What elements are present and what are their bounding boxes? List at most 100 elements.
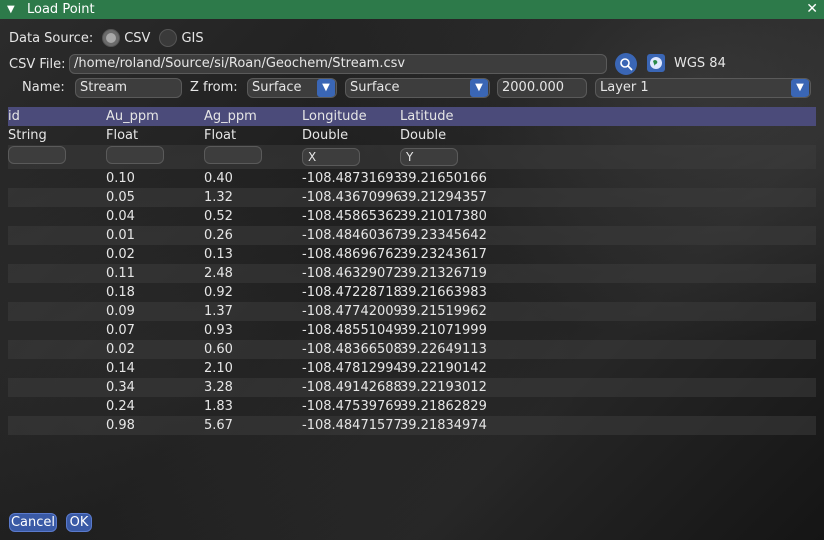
z-from-value: Surface (252, 80, 302, 95)
table-cell: 0.18 (106, 285, 135, 300)
column-type: Double (400, 128, 447, 143)
table-cell: 39.21834974 (400, 418, 487, 433)
table-cell: 1.32 (204, 190, 233, 205)
table-row[interactable]: 0.34 3.28 -108.49142688 39.22193012 (8, 378, 816, 397)
z-surface-select[interactable]: Surface ▼ (345, 78, 490, 98)
table-row[interactable]: 0.24 1.83 -108.47539769 39.21862829 (8, 397, 816, 416)
csv-path-input[interactable]: /home/roland/Source/si/Roan/Geochem/Stre… (69, 54, 607, 74)
collapse-triangle-icon[interactable]: ▼ (7, 4, 17, 15)
csv-file-row: CSV File: (9, 53, 66, 75)
table-cell: -108.46329072 (302, 266, 402, 281)
crs-label: WGS 84 (674, 56, 726, 71)
table-cell: 2.48 (204, 266, 233, 281)
table-cell: 0.02 (106, 247, 135, 262)
table-mapping-row: X Y (8, 145, 816, 169)
table-header-row: id Au_ppm Ag_ppm Longitude Latitude (8, 107, 816, 126)
column-header[interactable]: Latitude (400, 109, 520, 124)
radio-csv[interactable] (102, 29, 121, 47)
table-cell: 0.93 (204, 323, 233, 338)
mapping-input[interactable] (204, 146, 262, 164)
table-row[interactable]: 0.98 5.67 -108.48471577 39.21834974 (8, 416, 816, 435)
chevron-down-icon: ▼ (317, 79, 335, 97)
table-cell: 39.21663983 (400, 285, 487, 300)
table-row[interactable]: 0.09 1.37 -108.47742009 39.21519962 (8, 302, 816, 321)
table-cell: 1.37 (204, 304, 233, 319)
preview-table: id Au_ppm Ag_ppm Longitude Latitude Stri… (8, 107, 816, 435)
table-cell: 5.67 (204, 418, 233, 433)
column-header[interactable]: Longitude (302, 109, 400, 124)
table-cell: 0.10 (106, 171, 135, 186)
table-row[interactable]: 0.14 2.10 -108.47812994 39.22190142 (8, 359, 816, 378)
table-cell: 39.21519962 (400, 304, 487, 319)
table-cell: 39.22190142 (400, 361, 487, 376)
radio-csv-label: CSV (124, 30, 151, 46)
mapping-input[interactable]: X (302, 148, 360, 166)
table-body: 0.10 0.40 -108.48731693 39.21650166 0.05 1.32… (8, 169, 816, 435)
table-row[interactable]: 0.11 2.48 -108.46329072 39.21326719 (8, 264, 816, 283)
table-cell: -108.47228718 (302, 285, 402, 300)
column-header[interactable]: id (8, 109, 106, 124)
column-header[interactable]: Ag_ppm (204, 109, 302, 124)
table-cell: 39.21294357 (400, 190, 487, 205)
table-cell: -108.48471577 (302, 418, 402, 433)
data-source-label: Data Source: (9, 30, 94, 46)
table-cell: 3.28 (204, 380, 233, 395)
table-cell: 2.10 (204, 361, 233, 376)
z-offset-input[interactable]: 2000.000 (497, 78, 587, 98)
ok-button[interactable]: OK (66, 513, 92, 532)
table-cell: 0.07 (106, 323, 135, 338)
table-cell: 0.01 (106, 228, 135, 243)
name-label: Name: (22, 80, 65, 95)
table-cell: 39.21862829 (400, 399, 487, 414)
mapping-input[interactable] (106, 146, 164, 164)
name-input[interactable]: Stream (75, 78, 182, 98)
table-cell: 0.02 (106, 342, 135, 357)
data-source-row: Data Source: CSV GIS (9, 28, 204, 48)
table-cell: -108.47539769 (302, 399, 402, 414)
table-cell: -108.47742009 (302, 304, 402, 319)
table-cell: 0.14 (106, 361, 135, 376)
table-cell: 0.40 (204, 171, 233, 186)
table-row[interactable]: 0.04 0.52 -108.45865362 39.21017380 (8, 207, 816, 226)
table-cell: 0.09 (106, 304, 135, 319)
column-header[interactable]: Au_ppm (106, 109, 204, 124)
column-type: Double (302, 128, 349, 143)
table-row[interactable]: 0.07 0.93 -108.48551049 39.21071999 (8, 321, 816, 340)
column-type: String (8, 128, 47, 143)
csv-file-label: CSV File: (9, 56, 66, 72)
search-icon[interactable] (615, 53, 637, 75)
table-row[interactable]: 0.05 1.32 -108.43670996 39.21294357 (8, 188, 816, 207)
table-cell: 39.22649113 (400, 342, 487, 357)
layer-value: Layer 1 (600, 80, 649, 95)
globe-icon[interactable] (647, 54, 665, 72)
table-cell: 0.98 (106, 418, 135, 433)
table-cell: 0.60 (204, 342, 233, 357)
table-cell: 0.05 (106, 190, 135, 205)
table-cell: 0.52 (204, 209, 233, 224)
table-row[interactable]: 0.02 0.13 -108.48696762 39.23243617 (8, 245, 816, 264)
column-type: Float (204, 128, 237, 143)
table-row[interactable]: 0.18 0.92 -108.47228718 39.21663983 (8, 283, 816, 302)
table-row[interactable]: 0.10 0.40 -108.48731693 39.21650166 (8, 169, 816, 188)
cancel-button[interactable]: Cancel (9, 513, 57, 532)
table-cell: -108.43670996 (302, 190, 402, 205)
z-from-select[interactable]: Surface ▼ (247, 78, 337, 98)
table-cell: 0.04 (106, 209, 135, 224)
mapping-input[interactable]: Y (400, 148, 458, 166)
table-cell: 39.23345642 (400, 228, 487, 243)
title-bar: ▼ Load Point ✕ (0, 0, 824, 19)
table-row[interactable]: 0.02 0.60 -108.48366508 39.22649113 (8, 340, 816, 359)
radio-gis[interactable] (159, 29, 178, 47)
mapping-input[interactable] (8, 146, 66, 164)
table-cell: 39.21071999 (400, 323, 487, 338)
table-cell: 39.21326719 (400, 266, 487, 281)
close-icon[interactable]: ✕ (806, 0, 818, 19)
table-types-row: String Float Float Double Double (8, 126, 816, 145)
table-cell: 1.83 (204, 399, 233, 414)
table-cell: -108.48551049 (302, 323, 402, 338)
table-cell: 0.34 (106, 380, 135, 395)
layer-select[interactable]: Layer 1 ▼ (595, 78, 811, 98)
table-cell: -108.45865362 (302, 209, 402, 224)
table-row[interactable]: 0.01 0.26 -108.48460367 39.23345642 (8, 226, 816, 245)
table-cell: 0.92 (204, 285, 233, 300)
